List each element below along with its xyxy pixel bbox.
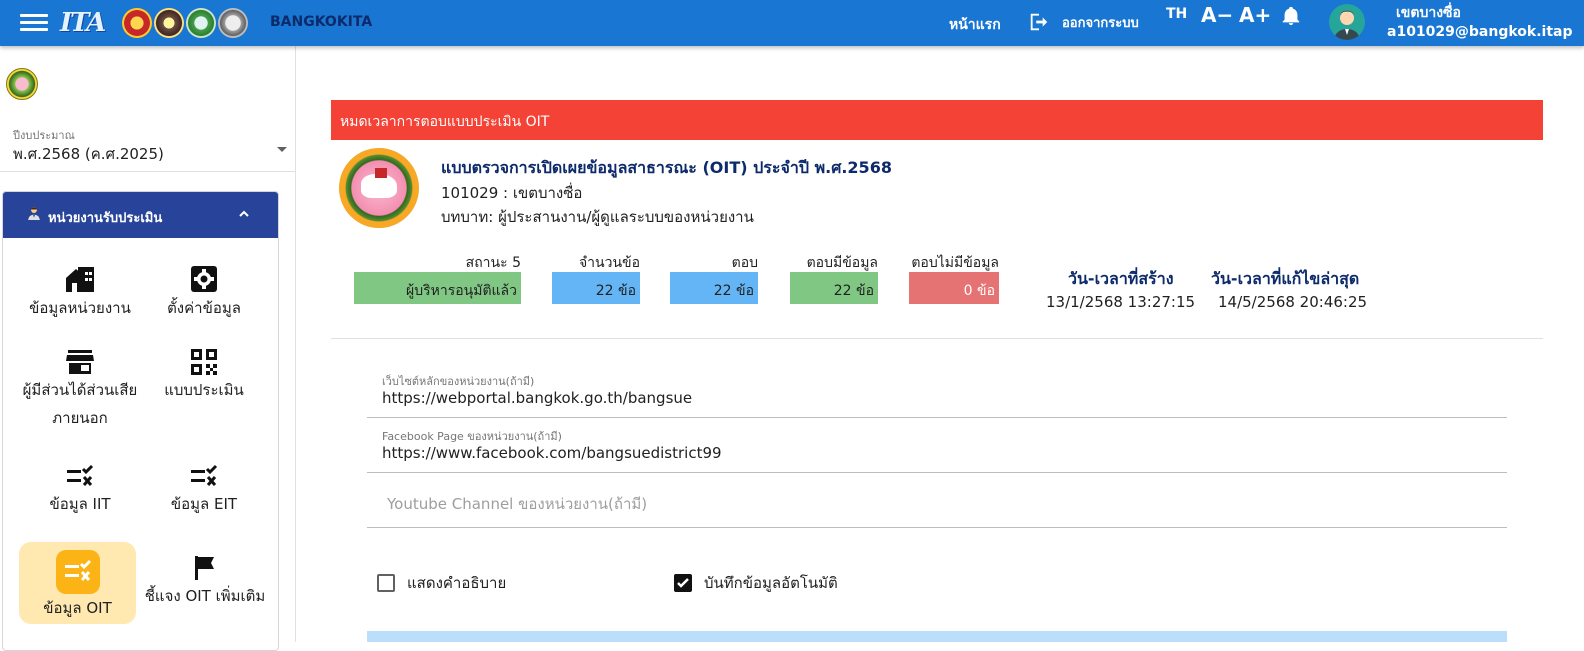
autosave-checkbox[interactable]: บันทึกข้อมูลอัตโนมัติ (674, 571, 838, 595)
stat-value: ผู้บริหารอนุมัติแล้ว (354, 272, 521, 304)
saddle-cloth-shape (375, 168, 387, 178)
organization-logo (6, 68, 38, 100)
sidebar-item-assessment-form[interactable]: แบบประเมิน (149, 348, 259, 420)
user-avatar[interactable] (1329, 4, 1365, 40)
home-link[interactable]: หน้าแรก (949, 14, 1001, 36)
youtube-field-placeholder: Youtube Channel ของหน่วยงาน(ถ้ามี) (387, 495, 648, 513)
qr-code-icon (191, 349, 217, 375)
store-icon (66, 350, 94, 374)
logo-group: ITA (60, 5, 248, 41)
magnifier-seal-logo (218, 8, 248, 38)
tile-label: ผู้มีส่วนได้ส่วนเสีย (22, 381, 138, 399)
autosave-label: บันทึกข้อมูลอัตโนมัติ (704, 574, 838, 592)
deadline-alert-banner: หมดเวลาการตอบแบบประเมิน OIT (331, 100, 1543, 140)
caret-down-icon (277, 147, 287, 152)
created-date-value: 13/1/2568 13:27:15 (1046, 293, 1196, 311)
info-section-top (367, 631, 1507, 642)
sidebar-divider (0, 171, 295, 172)
building-icon (66, 267, 94, 292)
user-email: a101029@bangkok.itap (1387, 24, 1573, 40)
sidebar-item-eit-data[interactable]: ข้อมูล EIT (149, 464, 259, 536)
person-icon (27, 206, 41, 224)
stat-label: ตอบมีข้อมูล (806, 255, 878, 271)
facebook-page-field[interactable]: Facebook Page ของหน่วยงาน(ถ้ามี) https:/… (367, 419, 1507, 473)
gear-icon (191, 266, 217, 292)
sidebar-item-stakeholders[interactable]: ผู้มีส่วนได้ส่วนเสีย ภายนอก (13, 348, 147, 448)
tile-label: ตั้งค่าข้อมูล (167, 299, 241, 317)
sidebar-item-settings[interactable]: ตั้งค่าข้อมูล (149, 264, 259, 336)
panel-header[interactable]: หน่วยงานรับประเมิน (3, 192, 278, 238)
tile-label: ข้อมูล IIT (49, 495, 111, 513)
sidebar-item-oit-clarification[interactable]: ชี้แจง OIT เพิ่มเติม (143, 554, 267, 626)
flag-icon (195, 556, 214, 580)
user-role: บทบาท: ผู้ประสานงาน/ผู้ดูแลระบบของหน่วยง… (441, 208, 754, 226)
user-name: เขตบางซื่อ (1396, 5, 1461, 21)
website-field-label: เว็บไซต์หลักของหน่วยงาน(ถ้ามี) (382, 375, 535, 388)
stat-label: ตอบ (731, 255, 758, 271)
font-increase-button[interactable]: A+ (1239, 3, 1271, 27)
ita-logo: ITA (60, 8, 106, 38)
nacc-seal-logo (186, 8, 216, 38)
language-switch[interactable]: TH (1166, 6, 1187, 22)
stat-status: สถานะ 5 ผู้บริหารอนุมัติแล้ว (354, 252, 521, 304)
oit-tile-icon-box (55, 550, 100, 594)
stat-value: 22 ข้อ (552, 272, 640, 304)
top-app-bar: ITA BANGKOKITA หน้าแรก ออกจากระบบ TH A− … (0, 0, 1584, 46)
brand-name: BANGKOKITA (270, 14, 373, 30)
show-description-checkbox[interactable]: แสดงคำอธิบาย (377, 571, 506, 595)
organization-code: 101029 : เขตบางซื่อ (441, 184, 583, 202)
facebook-field-value: https://www.facebook.com/bangsuedistrict… (382, 444, 722, 462)
sidebar-item-unit-info[interactable]: ข้อมูลหน่วยงาน (21, 264, 139, 336)
bangkok-seal-logo (154, 8, 184, 38)
checkbox-checked-icon (674, 574, 692, 592)
fiscal-year-select[interactable]: พ.ศ.2568 (ค.ศ.2025) (13, 142, 289, 168)
stat-question-count: จำนวนข้อ 22 ข้อ (552, 252, 640, 304)
fiscal-year-value: พ.ศ.2568 (ค.ศ.2025) (13, 145, 164, 163)
stat-value: 22 ข้อ (790, 272, 878, 304)
logout-button[interactable]: ออกจากระบบ (1028, 9, 1139, 35)
logout-icon (1030, 13, 1048, 31)
sidebar-item-iit-data[interactable]: ข้อมูล IIT (21, 464, 139, 536)
updated-date-label: วัน-เวลาที่แก้ไขล่าสุด (1211, 269, 1360, 288)
youtube-channel-field[interactable]: Youtube Channel ของหน่วยงาน(ถ้ามี) (367, 474, 1507, 528)
section-divider (331, 338, 1543, 339)
logout-label: ออกจากระบบ (1062, 15, 1139, 31)
assessment-unit-panel: หน่วยงานรับประเมิน ข้อมูลหน่วยงาน ตั้งค่… (2, 191, 279, 651)
created-date-label: วัน-เวลาที่สร้าง (1068, 269, 1174, 288)
stat-label: จำนวนข้อ (578, 255, 640, 271)
stat-answered-no-data: ตอบไม่มีข้อมูล 0 ข้อ (909, 252, 999, 304)
tile-label-line2: ภายนอก (52, 409, 108, 427)
tile-label: แบบประเมิน (164, 381, 244, 399)
tile-label: ชี้แจง OIT เพิ่มเติม (144, 587, 266, 605)
stat-label: ตอบไม่มีข้อมูล (911, 255, 999, 271)
stat-answered-with-data: ตอบมีข้อมูล 22 ข้อ (790, 252, 878, 304)
stat-value: 22 ข้อ (670, 272, 758, 304)
panel-title: หน่วยงานรับประเมิน (48, 211, 163, 226)
stat-label: สถานะ 5 (465, 255, 521, 271)
notification-bell-icon[interactable] (1280, 4, 1302, 32)
website-field[interactable]: เว็บไซต์หลักของหน่วยงาน(ถ้ามี) https://w… (367, 364, 1507, 418)
chevron-up-icon[interactable] (236, 206, 252, 226)
font-decrease-button[interactable]: A− (1201, 3, 1233, 27)
royal-seal-logo (122, 8, 152, 38)
page-title: แบบตรวจการเปิดเผยข้อมูลสาธารณะ (OIT) ประ… (441, 158, 892, 177)
sidebar-item-oit-data[interactable]: ข้อมูล OIT (19, 542, 136, 624)
checklist-icon (67, 464, 94, 486)
facebook-field-label: Facebook Page ของหน่วยงาน(ถ้ามี) (382, 430, 562, 443)
checklist-icon (64, 559, 91, 581)
stat-answered: ตอบ 22 ข้อ (670, 252, 758, 304)
tile-label: ข้อมูลหน่วยงาน (29, 299, 131, 317)
district-seal-logo (339, 148, 419, 228)
checklist-icon (191, 464, 218, 486)
sidebar: ปีงบประมาณ พ.ศ.2568 (ค.ศ.2025) หน่วยงานร… (0, 46, 296, 651)
show-description-label: แสดงคำอธิบาย (407, 574, 507, 592)
stat-value: 0 ข้อ (909, 272, 999, 304)
hamburger-menu-icon[interactable] (20, 11, 48, 35)
tile-label: ข้อมูล OIT (43, 599, 112, 617)
tile-label: ข้อมูล EIT (170, 495, 238, 513)
updated-date-value: 14/5/2568 20:46:25 (1218, 293, 1368, 311)
website-field-value: https://webportal.bangkok.go.th/bangsue (382, 389, 693, 407)
checkbox-unchecked (377, 574, 395, 592)
